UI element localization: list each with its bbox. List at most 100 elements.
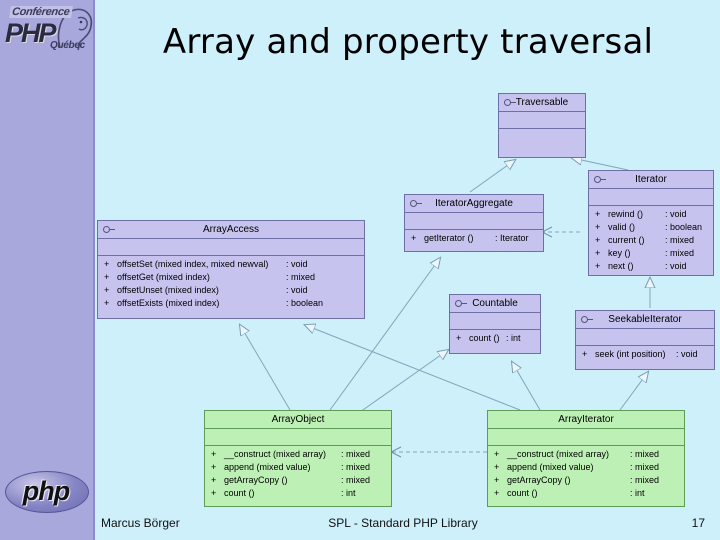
visibility: + bbox=[104, 259, 110, 269]
class-header: ArrayAccess bbox=[98, 221, 364, 239]
signature: append (mixed value) bbox=[507, 462, 594, 472]
uml-class-arrayobject[interactable]: ArrayObject + __construct (mixed array) : … bbox=[204, 410, 392, 507]
operation-row: + valid (): boolean bbox=[589, 221, 713, 234]
attributes-compartment bbox=[576, 329, 714, 346]
visibility: + bbox=[104, 285, 110, 295]
visibility: + bbox=[494, 449, 500, 459]
attributes-compartment bbox=[405, 213, 543, 230]
return-type: : mixed bbox=[630, 475, 660, 485]
visibility: + bbox=[411, 233, 417, 243]
operation-row: + count (): int bbox=[205, 487, 391, 500]
return-type: : mixed bbox=[341, 475, 371, 485]
signature: __construct (mixed array) bbox=[507, 449, 610, 459]
return-type: : int bbox=[630, 488, 645, 498]
operation-row: + __construct (mixed array) : mixed bbox=[488, 448, 684, 461]
visibility: + bbox=[211, 475, 217, 485]
signature: seek (int position) bbox=[595, 349, 666, 359]
return-type: : void bbox=[665, 261, 687, 271]
uml-class-arrayaccess[interactable]: ArrayAccess + offsetSet (mixed index, mix… bbox=[97, 220, 365, 319]
return-type: : Iterator bbox=[495, 233, 529, 243]
signature: offsetExists (mixed index) bbox=[117, 298, 220, 308]
class-header: SeekableIterator bbox=[576, 311, 714, 329]
attributes-compartment bbox=[450, 313, 540, 330]
visibility: + bbox=[595, 222, 601, 232]
logo-quebec-text: Québec bbox=[50, 40, 85, 51]
signature: count () bbox=[224, 488, 255, 498]
return-type: : void bbox=[286, 259, 308, 269]
visibility: + bbox=[595, 235, 601, 245]
php-logo-text: php bbox=[22, 476, 70, 506]
return-type: : mixed bbox=[286, 272, 316, 282]
class-name: ArrayAccess bbox=[202, 224, 260, 235]
uml-class-arrayiterator[interactable]: ArrayIterator + __construct (mixed array)… bbox=[487, 410, 685, 507]
signature: __construct (mixed array) bbox=[224, 449, 327, 459]
attributes-compartment bbox=[499, 112, 585, 129]
uml-class-traversable[interactable]: Traversable bbox=[498, 93, 586, 158]
operation-row: + __construct (mixed array): mixed bbox=[205, 448, 391, 461]
visibility: + bbox=[104, 272, 110, 282]
return-type: : mixed bbox=[341, 449, 371, 459]
interface-lollipop-icon bbox=[581, 316, 593, 324]
signature: count () bbox=[469, 333, 500, 343]
operations-compartment: + count () : int bbox=[450, 330, 540, 347]
visibility: + bbox=[494, 475, 500, 485]
return-type: : mixed bbox=[665, 235, 695, 245]
operations-compartment: + __construct (mixed array): mixed + appen… bbox=[488, 446, 684, 502]
class-name: Traversable bbox=[515, 97, 569, 108]
signature: getArrayCopy () bbox=[507, 475, 571, 485]
signature: getArrayCopy () bbox=[224, 475, 288, 485]
interface-lollipop-icon bbox=[504, 99, 516, 107]
attributes-compartment bbox=[205, 429, 391, 446]
class-name: Countable bbox=[472, 298, 518, 309]
visibility: + bbox=[595, 261, 601, 271]
class-name: Iterator bbox=[635, 174, 667, 185]
signature: offsetSet (mixed index, mixed newval) bbox=[117, 259, 269, 269]
return-type: : int bbox=[506, 333, 521, 343]
visibility: + bbox=[211, 462, 217, 472]
uml-class-seekableiterator[interactable]: SeekableIterator + seek (int position): v… bbox=[575, 310, 715, 370]
operation-row: + offsetSet (mixed index, mixed newval) : … bbox=[98, 258, 364, 271]
class-header: Traversable bbox=[499, 94, 585, 112]
signature: next () bbox=[608, 261, 634, 271]
class-name: SeekableIterator bbox=[608, 314, 682, 325]
interface-lollipop-icon bbox=[455, 300, 467, 308]
interface-lollipop-icon bbox=[103, 226, 115, 234]
logo-php-text: PHP bbox=[5, 18, 57, 48]
operation-row: + append (mixed value): mixed bbox=[488, 461, 684, 474]
visibility: + bbox=[456, 333, 462, 343]
operations-compartment: + rewind (): void + valid (): boolean + cur… bbox=[589, 206, 713, 275]
operations-compartment bbox=[499, 129, 585, 161]
php-elephant-logo: php bbox=[5, 465, 89, 517]
class-name: ArrayObject bbox=[271, 414, 325, 425]
class-header: Iterator bbox=[589, 171, 713, 189]
operations-compartment: + offsetSet (mixed index, mixed newval) : … bbox=[98, 256, 364, 312]
visibility: + bbox=[211, 488, 217, 498]
return-type: : mixed bbox=[665, 248, 695, 258]
attributes-compartment bbox=[589, 189, 713, 206]
class-header: IteratorAggregate bbox=[405, 195, 543, 213]
operation-row: + count (): int bbox=[488, 487, 684, 500]
signature: offsetUnset (mixed index) bbox=[117, 285, 219, 295]
uml-class-iterator[interactable]: Iterator + rewind (): void + valid (): boo… bbox=[588, 170, 714, 276]
class-header: ArrayObject bbox=[205, 411, 391, 429]
page-title: Array and property traversal bbox=[162, 22, 654, 62]
operations-compartment: + getIterator () : Iterator bbox=[405, 230, 543, 247]
conference-logo: Conférence PHP Québec bbox=[2, 2, 93, 58]
operation-row: + next () : void bbox=[589, 260, 713, 273]
attributes-compartment bbox=[98, 239, 364, 256]
uml-class-countable[interactable]: Countable + count () : int bbox=[449, 294, 541, 354]
attributes-compartment bbox=[488, 429, 684, 446]
signature: count () bbox=[507, 488, 538, 498]
signature: offsetGet (mixed index) bbox=[117, 272, 210, 282]
return-type: : boolean bbox=[286, 298, 324, 308]
slide-canvas: Conférence PHP Québec php Array and prop… bbox=[0, 0, 720, 540]
operation-row: + rewind (): void bbox=[589, 208, 713, 221]
return-type: : void bbox=[676, 349, 698, 359]
uml-class-iteratoraggregate[interactable]: IteratorAggregate + getIterator () : Itera… bbox=[404, 194, 544, 252]
class-header: ArrayIterator bbox=[488, 411, 684, 429]
visibility: + bbox=[595, 209, 601, 219]
return-type: : mixed bbox=[630, 449, 660, 459]
operation-row: + current (): mixed bbox=[589, 234, 713, 247]
signature: getIterator () bbox=[424, 233, 474, 243]
operation-row: + append (mixed value): mixed bbox=[205, 461, 391, 474]
